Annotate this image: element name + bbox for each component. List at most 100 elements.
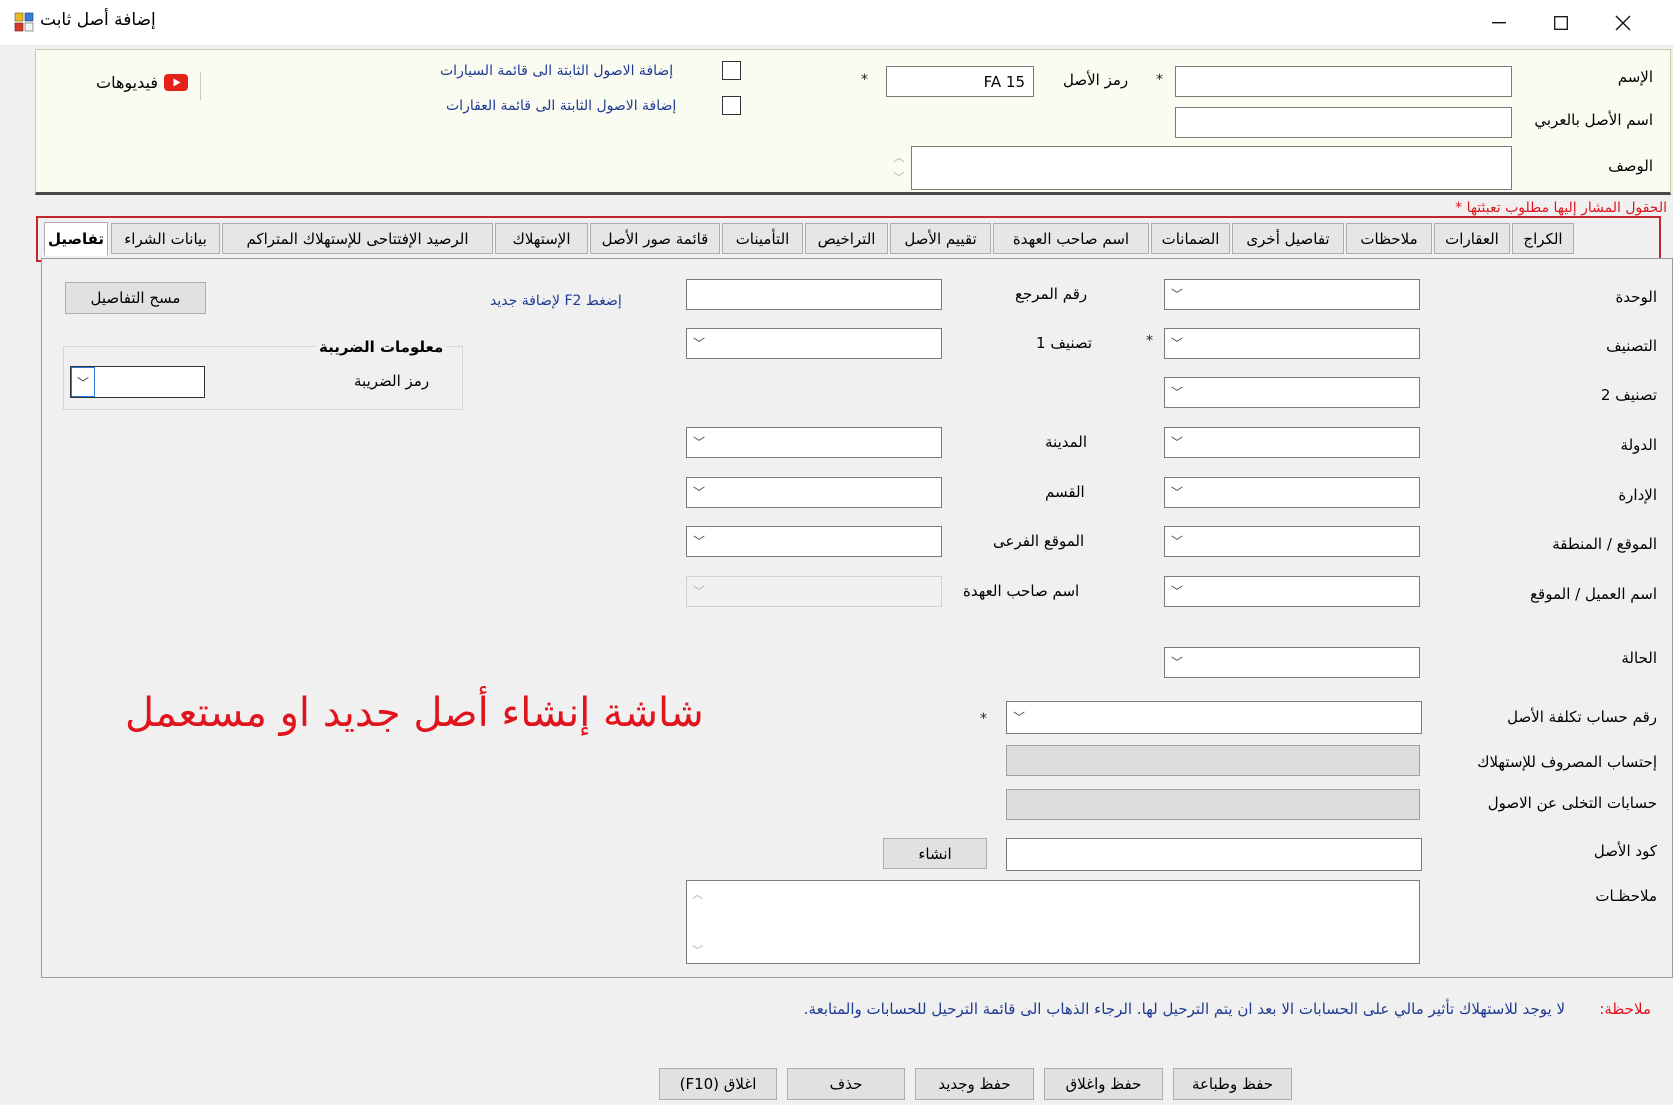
custodian-combo: ﹀ (686, 576, 942, 607)
tab-licenses[interactable]: التراخيص (805, 223, 888, 254)
youtube-icon (163, 74, 188, 91)
asset-code-label: رمز الأصل (1063, 71, 1129, 89)
clear-details-button[interactable]: مسح التفاصيل (65, 282, 206, 314)
description-label: الوصف (1608, 157, 1653, 175)
management-label: الإدارة (1618, 486, 1657, 504)
category-combo[interactable]: ﹀ (1164, 328, 1420, 359)
country-label: الدولة (1620, 436, 1657, 454)
f2-hint: إضغط F2 لإضافة جديد (490, 293, 622, 309)
scroll-up-icon: ︿ (692, 888, 703, 901)
reference-input[interactable] (686, 279, 942, 310)
status-label: الحالة (1621, 649, 1657, 667)
tab-garage[interactable]: الكراج (1512, 223, 1574, 254)
notes-scrollbar[interactable]: ︿ ﹀ (692, 886, 706, 958)
customer-location-combo[interactable]: ﹀ (1164, 576, 1420, 607)
tab-opening-accumulated-depreciation[interactable]: الرصيد الإفتتاحى للإستهلاك المتراكم (222, 223, 493, 254)
customer-location-label: اسم العميل / الموقع (1530, 585, 1657, 603)
city-label: المدينة (1045, 433, 1088, 451)
tab-asset-valuation[interactable]: تقييم الأصل (890, 223, 991, 254)
chevron-down-icon: ﹀ (693, 336, 706, 351)
disposal-accounts-field (1006, 789, 1420, 820)
save-new-button[interactable]: حفظ وجديد (915, 1068, 1034, 1100)
sublocation-combo[interactable]: ﹀ (686, 526, 942, 557)
scroll-down-icon: ﹀ (893, 171, 905, 184)
chevron-down-icon: ﹀ (1171, 485, 1184, 500)
required-star: * (1156, 72, 1163, 88)
save-close-button[interactable]: حفظ واغلاق (1044, 1068, 1163, 1100)
vehicles-checkbox-label: إضافة الاصول الثابتة الى قائمة السيارات (440, 63, 674, 79)
chevron-down-icon: ﹀ (1171, 435, 1184, 450)
tab-custodian[interactable]: اسم صاحب العهدة (993, 223, 1149, 254)
tab-warranties[interactable]: الضمانات (1151, 223, 1230, 254)
cost-account-label: رقم حساب تكلفة الأصل (1507, 708, 1657, 726)
maximize-icon (1554, 16, 1568, 30)
management-combo[interactable]: ﹀ (1164, 477, 1420, 508)
maximize-button[interactable] (1530, 0, 1592, 46)
chevron-down-icon: ﹀ (1171, 655, 1184, 670)
real-estate-checkbox-label: إضافة الاصول الثابتة الى قائمة العقارات (446, 98, 677, 114)
asset-code-detail-label: كود الأصل (1593, 842, 1657, 860)
required-star: * (861, 72, 868, 88)
sublocation-label: الموقع الفرعى (993, 532, 1085, 550)
screen-annotation: شاشة إنشاء أصل جديد او مستعمل (125, 690, 704, 736)
category2-label: تصنيف 2 (1600, 386, 1657, 404)
cost-account-combo[interactable]: ﹀ (1006, 701, 1422, 734)
chevron-down-icon: ﹀ (693, 435, 706, 450)
description-textarea[interactable] (911, 146, 1512, 190)
tab-notes[interactable]: ملاحظات (1346, 223, 1432, 254)
tab-real-estate[interactable]: العقارات (1434, 223, 1510, 254)
department-combo[interactable]: ﹀ (686, 477, 942, 508)
country-combo[interactable]: ﹀ (1164, 427, 1420, 458)
location-label: الموقع / المنطقة (1552, 535, 1657, 553)
required-star: * (1146, 333, 1153, 349)
footer-note-text: لا يوجد للاستهلاك تأثير مالي على الحسابا… (803, 1000, 1565, 1018)
minimize-button[interactable] (1468, 0, 1530, 46)
create-button[interactable]: انشاء (883, 838, 987, 869)
chevron-down-icon[interactable]: ﹀ (71, 367, 95, 397)
department-label: القسم (1045, 483, 1085, 501)
notes-label: ملاحظـات (1595, 887, 1657, 905)
status-combo[interactable]: ﹀ (1164, 647, 1420, 678)
category2-combo[interactable]: ﹀ (1164, 377, 1420, 408)
minimize-icon (1492, 22, 1506, 24)
asset-code-input[interactable] (886, 66, 1034, 97)
unit-combo[interactable]: ﹀ (1164, 279, 1420, 310)
videos-label: فيديوهات (96, 73, 158, 92)
delete-button[interactable]: حذف (787, 1068, 905, 1100)
category-label: التصنيف (1606, 337, 1657, 355)
tax-code-combo[interactable]: ﹀ (70, 366, 205, 398)
videos-link[interactable]: فيديوهات (96, 73, 188, 92)
tab-details[interactable]: تفاصيل (44, 222, 108, 256)
chevron-down-icon: ﹀ (1171, 534, 1184, 549)
depreciation-expense-label: إحتساب المصروف للإستهلاك (1477, 753, 1657, 771)
tax-group-title: معلومات الضريبة (316, 338, 447, 356)
tab-purchase-data[interactable]: بيانات الشراء (111, 223, 220, 254)
vehicles-checkbox[interactable] (722, 61, 741, 80)
chevron-down-icon: ﹀ (1171, 584, 1184, 599)
tab-insurances[interactable]: التأمينات (722, 223, 803, 254)
chevron-down-icon: ﹀ (693, 584, 706, 599)
real-estate-checkbox[interactable] (722, 96, 741, 115)
close-window-button[interactable] (1592, 0, 1654, 46)
notes-textarea[interactable] (686, 880, 1420, 964)
unit-label: الوحدة (1615, 288, 1658, 306)
tab-other-details[interactable]: تفاصيل أخرى (1232, 223, 1344, 254)
description-scrollbar[interactable]: ︿ ﹀ (892, 148, 906, 188)
close-button[interactable]: اغلاق (F10) (659, 1068, 777, 1100)
divider (200, 72, 201, 100)
name-input[interactable] (1175, 66, 1512, 97)
disposal-accounts-label: حسابات التخلى عن الاصول (1487, 794, 1657, 812)
save-print-button[interactable]: حفظ وطباعة (1173, 1068, 1292, 1100)
chevron-down-icon: ﹀ (1171, 287, 1184, 302)
reference-label: رقم المرجع (1015, 285, 1088, 303)
arabic-name-input[interactable] (1175, 107, 1512, 138)
city-combo[interactable]: ﹀ (686, 427, 942, 458)
asset-code-detail-input[interactable] (1006, 838, 1422, 871)
tab-depreciation[interactable]: الإستهلاك (495, 223, 588, 254)
category1-combo[interactable]: ﹀ (686, 328, 942, 359)
close-icon (1615, 15, 1631, 31)
tab-asset-images[interactable]: قائمة صور الأصل (590, 223, 720, 254)
chevron-down-icon: ﹀ (1171, 336, 1184, 351)
location-combo[interactable]: ﹀ (1164, 526, 1420, 557)
required-star: * (980, 711, 987, 727)
